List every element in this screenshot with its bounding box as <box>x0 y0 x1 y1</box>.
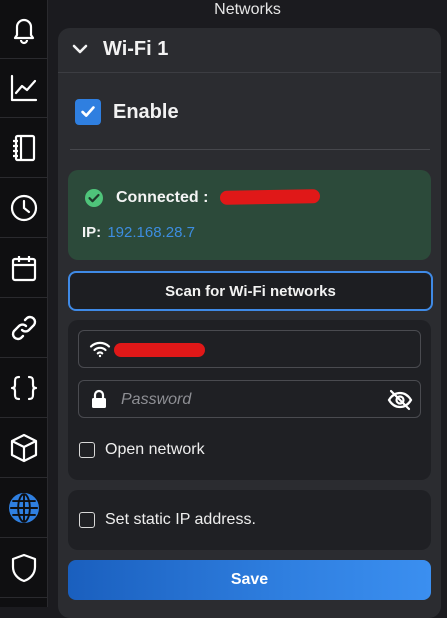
cube-icon <box>10 433 38 463</box>
static-ip-label: Set static IP address. <box>105 511 256 528</box>
wifi-panel: Wi-Fi 1 Enable Connected : IP: 192.168.2… <box>58 28 441 618</box>
save-button[interactable]: Save <box>68 560 431 600</box>
ip-label: IP: <box>82 224 102 241</box>
sidebar-item-stats[interactable] <box>0 59 48 118</box>
sidebar-item-notes[interactable] <box>0 119 48 178</box>
page-title: Networks <box>214 1 281 18</box>
open-network-checkbox[interactable] <box>79 442 95 458</box>
panel-title: Wi-Fi 1 <box>103 38 169 60</box>
static-ip-checkbox[interactable] <box>79 512 95 528</box>
notebook-icon <box>13 134 36 162</box>
braces-icon <box>10 375 38 401</box>
redacted-network-name <box>219 189 321 205</box>
static-ip-card: Set static IP address. <box>68 490 431 550</box>
redacted-ssid-value <box>114 343 205 357</box>
ip-address-line: IP: 192.168.28.7 <box>82 224 195 241</box>
connection-status-label: Connected : <box>116 189 209 206</box>
enable-toggle-row[interactable]: Enable <box>75 98 179 126</box>
check-icon <box>81 106 95 117</box>
lock-icon <box>92 389 106 408</box>
scrollbar-track[interactable] <box>441 28 447 607</box>
chart-line-icon <box>10 74 38 102</box>
divider <box>70 149 430 150</box>
chevron-down-icon <box>72 44 88 54</box>
globe-icon <box>9 493 39 523</box>
open-network-label: Open network <box>105 441 205 458</box>
wifi-icon <box>89 341 111 358</box>
enable-checkbox[interactable] <box>75 99 101 125</box>
shield-icon <box>11 553 37 583</box>
sidebar-item-integrations[interactable] <box>0 299 48 358</box>
scan-networks-button[interactable]: Scan for Wi-Fi networks <box>68 271 433 311</box>
check-circle-icon <box>85 189 103 207</box>
connection-status-card: Connected : IP: 192.168.28.7 <box>68 170 431 260</box>
wifi-panel-header[interactable]: Wi-Fi 1 <box>58 28 441 73</box>
sidebar-item-notifications[interactable] <box>0 0 48 59</box>
sidebar-item-scripts[interactable] <box>0 359 48 418</box>
ip-value: 192.168.28.7 <box>107 224 195 241</box>
credentials-card: Open network <box>68 320 431 480</box>
sidebar-item-networks[interactable] <box>0 479 48 538</box>
sidebar <box>0 0 48 607</box>
eye-off-icon[interactable] <box>387 389 413 411</box>
sidebar-item-schedule[interactable] <box>0 239 48 298</box>
sidebar-item-modules[interactable] <box>0 419 48 478</box>
enable-label: Enable <box>113 100 179 123</box>
static-ip-option[interactable]: Set static IP address. <box>79 511 256 529</box>
open-network-option[interactable]: Open network <box>79 441 205 459</box>
sidebar-item-history[interactable] <box>0 179 48 238</box>
ssid-field[interactable] <box>78 330 421 368</box>
sidebar-item-security[interactable] <box>0 539 48 598</box>
bell-icon <box>13 18 35 45</box>
password-field[interactable] <box>78 380 421 418</box>
link-icon <box>11 315 37 341</box>
calendar-icon <box>11 256 37 282</box>
password-input[interactable] <box>119 387 373 413</box>
clock-icon <box>10 194 38 222</box>
